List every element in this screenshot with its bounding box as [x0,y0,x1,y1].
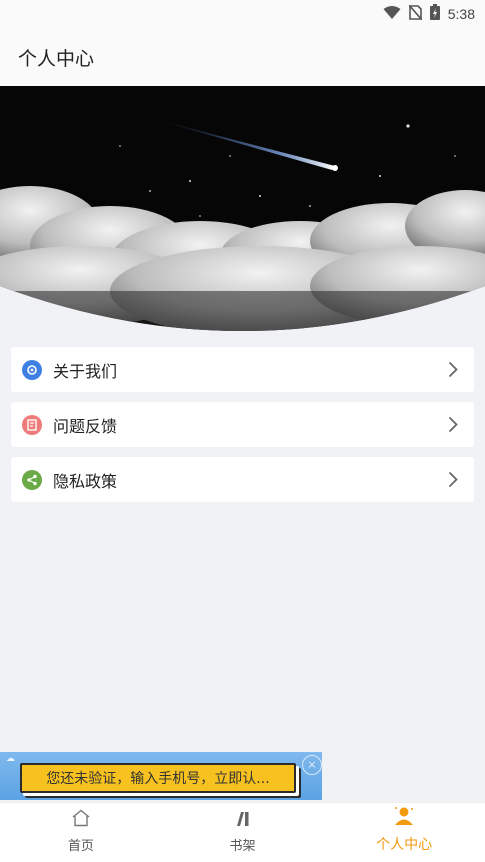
person-icon [393,806,415,830]
bookshelf-icon [234,809,252,831]
share-icon [22,469,42,490]
app-bar: 个人中心 [0,28,485,86]
chevron-right-icon [448,361,458,382]
menu-item-feedback[interactable]: 问题反馈 [11,402,474,447]
tab-label: 个人中心 [376,837,433,853]
menu-item-about-us[interactable]: 关于我们 [11,347,474,392]
tab-label: 首页 [67,839,94,854]
wifi-icon [383,5,401,24]
battery-icon [429,4,440,24]
chevron-right-icon [448,416,458,437]
home-icon [71,809,91,831]
menu-item-privacy-policy[interactable]: 隐私政策 [11,457,474,502]
no-sim-icon [408,3,423,24]
feedback-icon [22,414,42,435]
ad-close-button[interactable]: × [302,755,322,775]
gear-icon [22,359,42,380]
status-bar: 5:38 [0,0,485,28]
header-banner-image [0,86,485,336]
ad-cloud-icon: ☁ [6,754,15,764]
chevron-right-icon [448,471,458,492]
tab-profile[interactable]: 个人中心 [323,803,485,862]
tab-home[interactable]: 首页 [0,803,162,862]
menu-item-label: 问题反馈 [53,416,118,436]
menu-item-label: 隐私政策 [53,471,118,491]
page-title: 个人中心 [18,47,95,70]
tab-bookshelf[interactable]: 书架 [162,803,324,862]
menu-item-label: 关于我们 [53,361,118,381]
menu-list: 关于我们 问题反馈 隐私政策 [11,347,474,512]
verify-phone-ad-button[interactable]: 您还未验证，输入手机号，立即认... [20,763,296,793]
bottom-tab-bar: 首页 书架 个人中心 [0,802,485,862]
tab-label: 书架 [229,839,256,854]
status-time: 5:38 [447,6,475,22]
